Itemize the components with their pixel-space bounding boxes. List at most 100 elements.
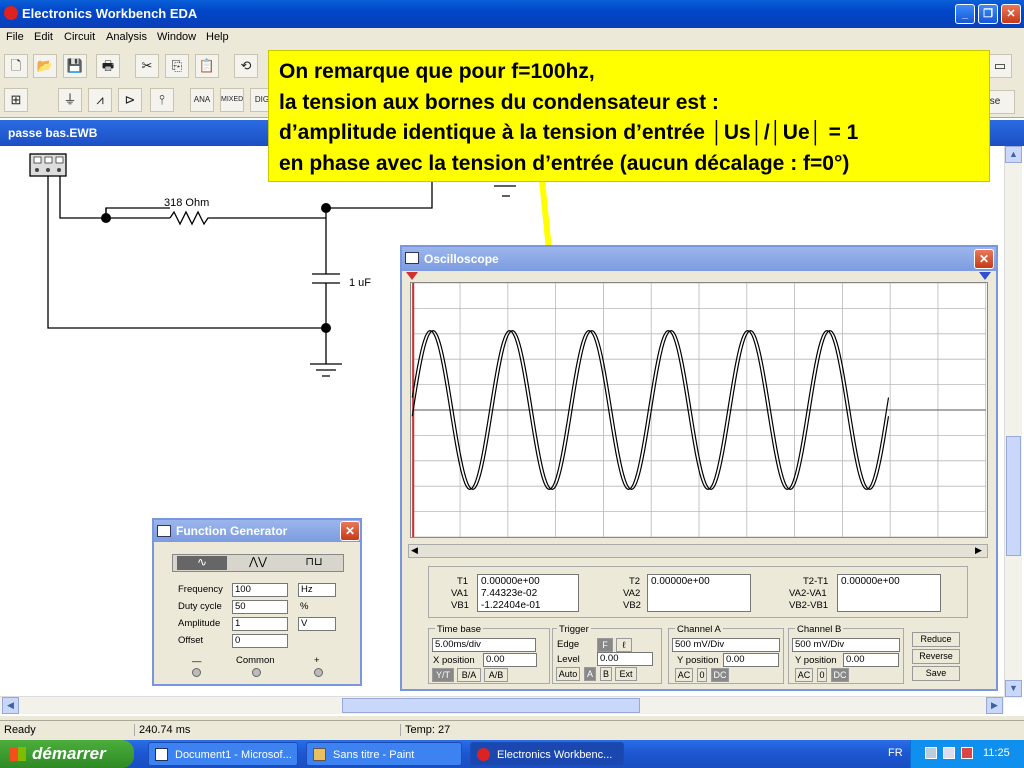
open-folder-icon[interactable]: 📂 bbox=[33, 54, 57, 78]
trigger-a-button[interactable]: A bbox=[584, 667, 596, 681]
t2t1-label: T2-T1 bbox=[803, 576, 829, 587]
start-label: démarrer bbox=[32, 744, 106, 763]
diode-icon[interactable]: ⊳ bbox=[118, 88, 142, 112]
edge-rising-button[interactable]: F bbox=[597, 638, 613, 652]
mixed-ic-icon[interactable]: MIXED bbox=[220, 88, 244, 112]
menu-file[interactable]: File bbox=[6, 31, 24, 43]
common-terminal[interactable] bbox=[252, 668, 261, 677]
menu-window[interactable]: Window bbox=[157, 31, 196, 43]
channel-a-ypos-field[interactable]: 0.00 bbox=[723, 653, 779, 667]
level-field[interactable]: 0.00 bbox=[597, 652, 653, 666]
timebase-field[interactable]: 5.00ms/div bbox=[432, 638, 536, 652]
trigger-label: Trigger bbox=[557, 624, 591, 635]
channel-b-dc-button[interactable]: DC bbox=[831, 668, 849, 682]
channel-b-scale-field[interactable]: 500 mV/Div bbox=[792, 638, 900, 652]
channel-a-dc-button[interactable]: DC bbox=[711, 668, 729, 682]
amplitude-unit[interactable]: V bbox=[298, 617, 336, 631]
task-workbench[interactable]: Electronics Workbenc... bbox=[470, 742, 624, 766]
channel-b-ypos-field[interactable]: 0.00 bbox=[843, 653, 899, 667]
rotate-icon[interactable]: ⟲ bbox=[234, 54, 258, 78]
reverse-button[interactable]: Reverse bbox=[912, 649, 960, 664]
restore-button[interactable]: ❐ bbox=[978, 4, 998, 24]
network-icon[interactable] bbox=[925, 747, 937, 759]
cursor-2-marker[interactable] bbox=[979, 272, 991, 280]
oscilloscope-scrollbar[interactable]: ◀ ▶ bbox=[408, 544, 988, 558]
scroll-left-icon[interactable]: ◀ bbox=[2, 697, 19, 714]
save-button[interactable]: Save bbox=[912, 666, 960, 681]
junction-node bbox=[101, 213, 111, 223]
cut-icon[interactable]: ✂ bbox=[135, 54, 159, 78]
offset-field[interactable]: 0 bbox=[232, 634, 288, 648]
security-icon[interactable] bbox=[961, 747, 973, 759]
frequency-field[interactable]: 100 bbox=[232, 583, 288, 597]
paste-icon[interactable]: 📋 bbox=[195, 54, 219, 78]
windows-logo-icon bbox=[10, 747, 26, 761]
print-icon[interactable]: 🖶 bbox=[96, 54, 120, 78]
frequency-unit[interactable]: Hz bbox=[298, 583, 336, 597]
capacitor-label: 1 uF bbox=[349, 277, 371, 289]
duty-field[interactable]: 50 bbox=[232, 600, 288, 614]
edge-falling-button[interactable]: ℓ bbox=[616, 638, 632, 652]
function-generator-title: Function Generator bbox=[176, 524, 288, 538]
timebase-label: Time base bbox=[435, 624, 483, 635]
task-word[interactable]: Document1 - Microsof... bbox=[148, 742, 298, 766]
menu-circuit[interactable]: Circuit bbox=[64, 31, 95, 43]
trigger-auto-button[interactable]: Auto bbox=[556, 667, 580, 681]
mode-ba-button[interactable]: B/A bbox=[457, 668, 481, 682]
close-button[interactable]: ✕ bbox=[1001, 4, 1021, 24]
channel-a-scale-field[interactable]: 500 mV/Div bbox=[672, 638, 780, 652]
volume-icon[interactable] bbox=[943, 747, 955, 759]
annotation-callout: On remarque que pour f=100hz, la tension… bbox=[268, 50, 990, 182]
channel-a-label: Channel A bbox=[675, 624, 723, 635]
menu-edit[interactable]: Edit bbox=[34, 31, 53, 43]
scroll-up-icon[interactable]: ▲ bbox=[1005, 146, 1022, 163]
sine-wave-icon[interactable]: ∿ bbox=[177, 556, 227, 570]
mode-ab-button[interactable]: A/B bbox=[484, 668, 508, 682]
analog-ic-icon[interactable]: ANA bbox=[190, 88, 214, 112]
mode-yt-button[interactable]: Y/T bbox=[432, 668, 454, 682]
menu-analysis[interactable]: Analysis bbox=[106, 31, 147, 43]
function-generator-window[interactable]: Function Generator ✕ ∿ ⋀⋁ ⊓⊔ Frequency 1… bbox=[152, 518, 362, 686]
duty-label: Duty cycle bbox=[178, 601, 222, 612]
save-icon[interactable]: 💾 bbox=[63, 54, 87, 78]
triangle-wave-icon[interactable]: ⋀⋁ bbox=[233, 556, 283, 570]
transistor-icon[interactable]: ⫯ bbox=[150, 88, 174, 112]
vertical-scroll-thumb[interactable] bbox=[1006, 436, 1021, 556]
channel-b-ac-button[interactable]: AC bbox=[795, 668, 813, 682]
horizontal-scroll-thumb[interactable] bbox=[342, 698, 640, 713]
scroll-right-icon[interactable]: ▶ bbox=[975, 545, 982, 556]
oscilloscope-screen[interactable] bbox=[410, 282, 988, 538]
channel-a-group: Channel A 500 mV/Div Y position 0.00 AC … bbox=[668, 624, 784, 684]
parts-icon[interactable]: ⊞ bbox=[4, 88, 28, 112]
menu-help[interactable]: Help bbox=[206, 31, 229, 43]
reduce-button[interactable]: Reduce bbox=[912, 632, 960, 647]
language-indicator[interactable]: FR bbox=[888, 747, 903, 759]
plus-terminal[interactable] bbox=[314, 668, 323, 677]
trigger-b-button[interactable]: B bbox=[600, 667, 612, 681]
channel-a-zero-button[interactable]: 0 bbox=[697, 668, 707, 682]
trigger-ext-button[interactable]: Ext bbox=[615, 667, 637, 681]
minus-terminal[interactable] bbox=[192, 668, 201, 677]
resistor-icon[interactable]: ⩘ bbox=[88, 88, 112, 112]
channel-b-group: Channel B 500 mV/Div Y position 0.00 AC … bbox=[788, 624, 904, 684]
vertical-scrollbar[interactable]: ▲ ▼ bbox=[1004, 146, 1022, 698]
new-file-icon[interactable]: 🗋 bbox=[4, 54, 28, 78]
horizontal-scrollbar[interactable]: ◀ ▶ bbox=[0, 696, 1004, 714]
function-generator-close-button[interactable]: ✕ bbox=[340, 521, 360, 541]
oscilloscope-close-button[interactable]: ✕ bbox=[974, 249, 994, 269]
scroll-right-icon[interactable]: ▶ bbox=[986, 697, 1003, 714]
channel-b-zero-button[interactable]: 0 bbox=[817, 668, 827, 682]
start-button[interactable]: démarrer bbox=[0, 740, 134, 768]
copy-icon[interactable]: ⎘ bbox=[165, 54, 189, 78]
scroll-down-icon[interactable]: ▼ bbox=[1005, 680, 1022, 697]
task-paint[interactable]: Sans titre - Paint bbox=[306, 742, 462, 766]
square-wave-icon[interactable]: ⊓⊔ bbox=[289, 556, 339, 570]
channel-a-ac-button[interactable]: AC bbox=[675, 668, 693, 682]
xpos-field[interactable]: 0.00 bbox=[483, 653, 537, 667]
minimize-button[interactable]: _ bbox=[955, 4, 975, 24]
instrument-icon[interactable]: ▭ bbox=[988, 54, 1012, 78]
amplitude-field[interactable]: 1 bbox=[232, 617, 288, 631]
scroll-left-icon[interactable]: ◀ bbox=[411, 545, 418, 556]
ground-icon[interactable]: ⏚ bbox=[58, 88, 82, 112]
cursor-1-marker[interactable] bbox=[406, 272, 418, 280]
